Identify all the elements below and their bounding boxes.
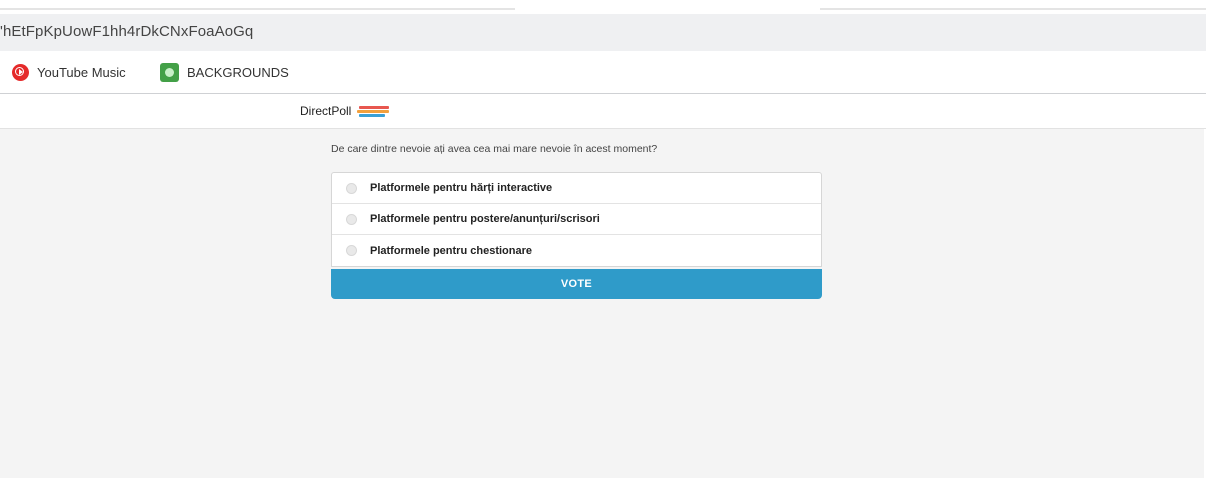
tab-edge: [820, 8, 1206, 10]
vote-button[interactable]: VOTE: [331, 269, 822, 299]
poll-option[interactable]: Platformele pentru postere/anunțuri/scri…: [332, 204, 821, 235]
brand[interactable]: DirectPoll: [300, 104, 391, 118]
poll-option[interactable]: Platformele pentru chestionare: [332, 235, 821, 266]
option-label: Platformele pentru postere/anunțuri/scri…: [370, 213, 600, 225]
backgrounds-icon: [160, 62, 179, 82]
option-label: Platformele pentru chestionare: [370, 244, 532, 257]
bookmark-youtube-music[interactable]: YouTube Music: [12, 62, 126, 82]
bookmark-backgrounds[interactable]: BACKGROUNDS: [160, 62, 289, 82]
youtube-music-icon: [12, 63, 29, 81]
radio-button[interactable]: [346, 213, 357, 225]
bookmarks-bar: YouTube Music BACKGROUNDS: [0, 51, 1206, 93]
poll-options: Platformele pentru hărți interactive Pla…: [331, 172, 822, 267]
brand-name: DirectPoll: [300, 104, 352, 118]
poll-option[interactable]: Platformele pentru hărți interactive: [332, 173, 821, 204]
poll-page: De care dintre nevoie ați avea cea mai m…: [0, 129, 1206, 478]
address-bar[interactable]: 'hEtFpKpUowF1hh4rDkCNxFoaAoGq: [0, 14, 1206, 51]
browser-top-strip: [0, 0, 1206, 14]
bookmark-label: BACKGROUNDS: [187, 64, 289, 80]
site-header: DirectPoll: [0, 94, 1206, 129]
tab-edge: [0, 8, 515, 10]
radio-button[interactable]: [346, 245, 357, 256]
option-label: Platformele pentru hărți interactive: [370, 182, 553, 194]
address-text[interactable]: 'hEtFpKpUowF1hh4rDkCNxFoaAoGq: [0, 23, 253, 40]
brand-logo-icon: [357, 105, 391, 118]
radio-button[interactable]: [346, 182, 357, 194]
bookmark-label: YouTube Music: [37, 64, 126, 80]
poll-question: De care dintre nevoie ați avea cea mai m…: [331, 143, 658, 155]
